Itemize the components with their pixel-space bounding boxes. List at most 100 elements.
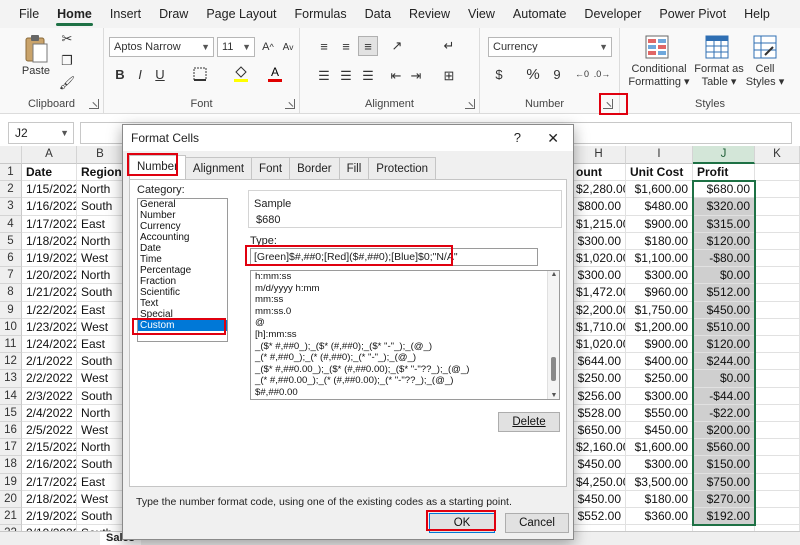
cell-a18[interactable]: 2/16/2022 xyxy=(22,456,77,474)
cell-i18[interactable]: $300.00 xyxy=(626,456,693,474)
alignment-launcher-icon[interactable] xyxy=(465,99,475,109)
cell-a17[interactable]: 2/15/2022 xyxy=(22,439,77,457)
cell-k8[interactable] xyxy=(755,284,800,302)
cell-k21[interactable] xyxy=(755,508,800,526)
format-code-item[interactable]: m/d/yyyy h:mm xyxy=(251,283,559,295)
column-header-j[interactable]: J xyxy=(693,146,755,164)
row-header[interactable]: 11 xyxy=(0,336,22,354)
cell-i2[interactable]: $1,600.00 xyxy=(626,181,693,199)
cell-a8[interactable]: 1/21/2022 xyxy=(22,284,77,302)
column-header-k[interactable]: K xyxy=(755,146,800,164)
cell-h18[interactable]: $450.00 xyxy=(572,456,626,474)
row-header[interactable]: 5 xyxy=(0,232,22,250)
menu-power-pivot[interactable]: Power Pivot xyxy=(650,0,735,28)
row-header[interactable]: 8 xyxy=(0,284,22,302)
cell-k14[interactable] xyxy=(755,387,800,405)
category-currency[interactable]: Currency xyxy=(138,221,227,232)
cell-k4[interactable] xyxy=(755,215,800,233)
decrease-indent-icon[interactable]: ⇤ xyxy=(388,68,404,84)
cell-j9[interactable]: $450.00 xyxy=(693,301,755,319)
cell-a1[interactable]: Date xyxy=(22,164,77,182)
cell-b6[interactable]: West xyxy=(77,250,124,268)
cell-b7[interactable]: North xyxy=(77,267,124,285)
menu-page-layout[interactable]: Page Layout xyxy=(197,0,285,28)
column-header-h[interactable]: H xyxy=(572,146,626,164)
format-list-scrollbar[interactable]: ▲ ▼ xyxy=(547,271,559,399)
tab-number[interactable]: Number xyxy=(129,155,186,179)
cell-j6[interactable]: -$80.00 xyxy=(693,250,755,268)
row-header[interactable]: 7 xyxy=(0,267,22,285)
cell-i10[interactable]: $1,200.00 xyxy=(626,318,693,336)
cell-h8[interactable]: $1,472.00 xyxy=(572,284,626,302)
category-custom[interactable]: Custom xyxy=(138,320,227,331)
delete-button[interactable]: Delete xyxy=(498,412,560,432)
column-header-b[interactable]: B xyxy=(77,146,124,164)
cell-h10[interactable]: $1,710.00 xyxy=(572,318,626,336)
cell-a11[interactable]: 1/24/2022 xyxy=(22,336,77,354)
accounting-format-icon[interactable]: $ xyxy=(490,66,508,82)
cell-b13[interactable]: West xyxy=(77,370,124,388)
category-special[interactable]: Special xyxy=(138,309,227,320)
cell-i8[interactable]: $960.00 xyxy=(626,284,693,302)
cell-k15[interactable] xyxy=(755,404,800,422)
format-code-item[interactable]: _($* #,##0.00_);_($* (#,##0.00);_($* "-"… xyxy=(251,364,559,376)
cell-h7[interactable]: $300.00 xyxy=(572,267,626,285)
cell-a2[interactable]: 1/15/2022 xyxy=(22,181,77,199)
cell-a15[interactable]: 2/4/2022 xyxy=(22,404,77,422)
bold-button[interactable]: B xyxy=(112,66,128,82)
cell-i14[interactable]: $300.00 xyxy=(626,387,693,405)
menu-data[interactable]: Data xyxy=(356,0,400,28)
help-icon[interactable]: ? xyxy=(514,125,521,151)
cell-i12[interactable]: $400.00 xyxy=(626,353,693,371)
font-launcher-icon[interactable] xyxy=(285,99,295,109)
name-box[interactable]: J2 ▼ xyxy=(8,122,74,144)
cell-i1[interactable]: Unit Cost xyxy=(626,164,693,182)
cancel-button[interactable]: Cancel xyxy=(505,513,569,533)
category-text[interactable]: Text xyxy=(138,298,227,309)
menu-help[interactable]: Help xyxy=(735,0,779,28)
clipboard-launcher-icon[interactable] xyxy=(89,99,99,109)
cell-j20[interactable]: $270.00 xyxy=(693,490,755,508)
copy-icon[interactable]: ❐ xyxy=(60,53,74,68)
cell-b14[interactable]: South xyxy=(77,387,124,405)
cell-styles-icon[interactable] xyxy=(752,34,778,60)
cell-k2[interactable] xyxy=(755,181,800,199)
cut-icon[interactable]: ✂ xyxy=(60,31,74,46)
cell-b20[interactable]: West xyxy=(77,490,124,508)
cell-k12[interactable] xyxy=(755,353,800,371)
cell-j4[interactable]: $315.00 xyxy=(693,215,755,233)
bottom-align-icon[interactable]: ≡ xyxy=(358,36,378,56)
menu-review[interactable]: Review xyxy=(400,0,459,28)
scroll-down-icon[interactable]: ▼ xyxy=(548,392,559,399)
tab-border[interactable]: Border xyxy=(289,157,340,179)
middle-align-icon[interactable]: ≡ xyxy=(338,38,354,54)
cell-b5[interactable]: North xyxy=(77,232,124,250)
paste-icon[interactable] xyxy=(22,34,50,64)
ok-button[interactable]: OK xyxy=(429,513,495,533)
cell-k5[interactable] xyxy=(755,232,800,250)
format-code-item[interactable]: _($* #,##0_);_($* (#,##0);_($* "-"_);_(@… xyxy=(251,341,559,353)
cell-b2[interactable]: North xyxy=(77,181,124,199)
cell-styles-label[interactable]: Cell Styles ▾ xyxy=(744,63,786,89)
format-code-item[interactable]: mm:ss.0 xyxy=(251,306,559,318)
cell-h20[interactable]: $450.00 xyxy=(572,490,626,508)
borders-icon[interactable] xyxy=(192,66,208,82)
cell-k1[interactable] xyxy=(755,164,800,182)
cell-h16[interactable]: $650.00 xyxy=(572,422,626,440)
cell-i15[interactable]: $550.00 xyxy=(626,404,693,422)
cell-h1[interactable]: ount xyxy=(572,164,626,182)
cell-a14[interactable]: 2/3/2022 xyxy=(22,387,77,405)
align-left-icon[interactable]: ☰ xyxy=(316,68,332,84)
menu-home[interactable]: Home xyxy=(48,0,101,28)
menu-automate[interactable]: Automate xyxy=(504,0,576,28)
cell-j13[interactable]: $0.00 xyxy=(693,370,755,388)
cell-i5[interactable]: $180.00 xyxy=(626,232,693,250)
cell-k16[interactable] xyxy=(755,422,800,440)
cell-k7[interactable] xyxy=(755,267,800,285)
menu-draw[interactable]: Draw xyxy=(150,0,197,28)
row-header[interactable]: 1 xyxy=(0,164,22,182)
wrap-text-icon[interactable]: ↵ xyxy=(440,38,458,54)
cell-b16[interactable]: West xyxy=(77,422,124,440)
number-launcher-icon[interactable] xyxy=(603,99,613,109)
cell-a9[interactable]: 1/22/2022 xyxy=(22,301,77,319)
